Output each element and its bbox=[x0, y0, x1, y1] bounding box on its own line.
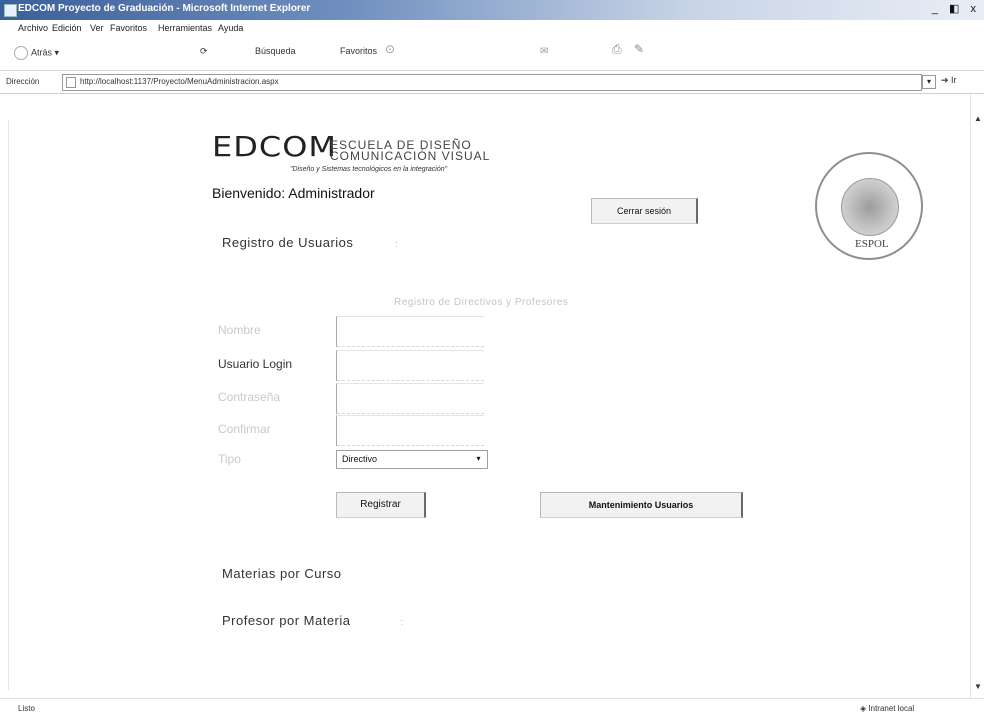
toolbar: Atrás ▾ ⟳ Búsqueda Favoritos ⊙ ✉ ⎙ ✎ bbox=[0, 38, 984, 68]
page-icon bbox=[66, 77, 76, 88]
ie-app-icon bbox=[4, 4, 17, 17]
intranet-icon: ◈ bbox=[860, 704, 867, 713]
nav-registro-usuarios[interactable]: Registro de Usuarios : bbox=[222, 235, 399, 250]
chevron-down-icon[interactable]: ▾ bbox=[472, 452, 485, 466]
edcom-logo: EDCOM bbox=[212, 130, 337, 163]
nav-marker: : bbox=[395, 239, 399, 249]
usuario-login-input[interactable] bbox=[336, 350, 484, 381]
back-button[interactable]: Atrás ▾ bbox=[14, 46, 59, 60]
contrasena-input[interactable] bbox=[336, 383, 484, 414]
print-icon[interactable]: ⎙ bbox=[612, 42, 622, 57]
label-usuario-login: Usuario Login bbox=[218, 357, 293, 371]
refresh-icon[interactable]: ⟳ bbox=[200, 46, 208, 57]
address-label: Dirección bbox=[6, 77, 40, 86]
address-bar: Dirección http://localhost:1137/Proyecto… bbox=[0, 70, 984, 94]
menu-herramientas[interactable]: Herramientas bbox=[158, 23, 212, 33]
menu-ver[interactable]: Ver bbox=[90, 23, 104, 33]
tipo-selected-value: Directivo bbox=[342, 454, 378, 464]
logout-button[interactable]: Cerrar sesión bbox=[591, 198, 698, 224]
status-bar: Listo ◈ Intranet local bbox=[0, 698, 984, 717]
seal-label: ESPOL bbox=[855, 238, 889, 250]
nav-profesor-por-materia[interactable]: Profesor por Materia : bbox=[222, 613, 404, 628]
maintenance-users-button[interactable]: Mantenimiento Usuarios bbox=[540, 492, 743, 518]
confirmar-input[interactable] bbox=[336, 415, 484, 446]
address-dropdown-icon[interactable]: ▾ bbox=[922, 75, 936, 89]
nav-materias-por-curso[interactable]: Materias por Curso bbox=[222, 566, 342, 581]
welcome-text: Bienvenido: Administrador bbox=[212, 185, 375, 201]
back-arrow-icon bbox=[14, 46, 28, 60]
vertical-scrollbar[interactable]: ▲ ▼ bbox=[970, 92, 984, 698]
school-name-line2: COMUNICACIÓN VISUAL bbox=[330, 149, 491, 163]
seal-emblem-icon bbox=[841, 178, 899, 236]
menu-favoritos[interactable]: Favoritos bbox=[110, 23, 147, 33]
scroll-up-icon[interactable]: ▲ bbox=[974, 114, 982, 123]
status-left: Listo bbox=[18, 704, 35, 713]
go-button[interactable]: ➔ Ir bbox=[941, 75, 957, 86]
window-controls[interactable]: _ ◧ x bbox=[932, 2, 980, 15]
favorites-button[interactable]: Favoritos bbox=[340, 46, 377, 56]
menu-bar: Archivo Edición Ver Favoritos Herramient… bbox=[0, 21, 984, 37]
nav-marker: : bbox=[400, 617, 404, 627]
label-contrasena: Contraseña bbox=[218, 390, 281, 404]
scroll-down-icon[interactable]: ▼ bbox=[974, 682, 982, 691]
left-edge-line bbox=[8, 120, 9, 690]
label-nombre: Nombre bbox=[218, 323, 261, 337]
address-url[interactable]: http://localhost:1137/Proyecto/MenuAdmin… bbox=[80, 77, 279, 86]
espol-seal-logo: ESPOL bbox=[815, 152, 923, 260]
register-button[interactable]: Registrar bbox=[336, 492, 426, 518]
tipo-select[interactable]: Directivo ▾ bbox=[336, 450, 488, 469]
label-tipo: Tipo bbox=[218, 452, 241, 466]
mail-icon[interactable]: ✉ bbox=[540, 46, 548, 57]
menu-edicion[interactable]: Edición bbox=[52, 23, 82, 33]
window-titlebar: EDCOM Proyecto de Graduación - Microsoft… bbox=[0, 0, 984, 20]
edit-icon[interactable]: ✎ bbox=[634, 42, 644, 56]
label-confirmar: Confirmar bbox=[218, 422, 271, 436]
window-title: EDCOM Proyecto de Graduación - Microsoft… bbox=[18, 3, 311, 14]
menu-archivo[interactable]: Archivo bbox=[18, 23, 48, 33]
menu-ayuda[interactable]: Ayuda bbox=[218, 23, 243, 33]
nombre-input[interactable] bbox=[336, 316, 484, 347]
slogan: "Diseño y Sistemas tecnológicos en la in… bbox=[290, 166, 448, 173]
search-button[interactable]: Búsqueda bbox=[255, 46, 296, 56]
status-right: ◈ Intranet local bbox=[860, 704, 915, 713]
form-title: Registro de Directivos y Profesores bbox=[394, 297, 569, 308]
history-icon[interactable]: ⊙ bbox=[385, 42, 395, 56]
